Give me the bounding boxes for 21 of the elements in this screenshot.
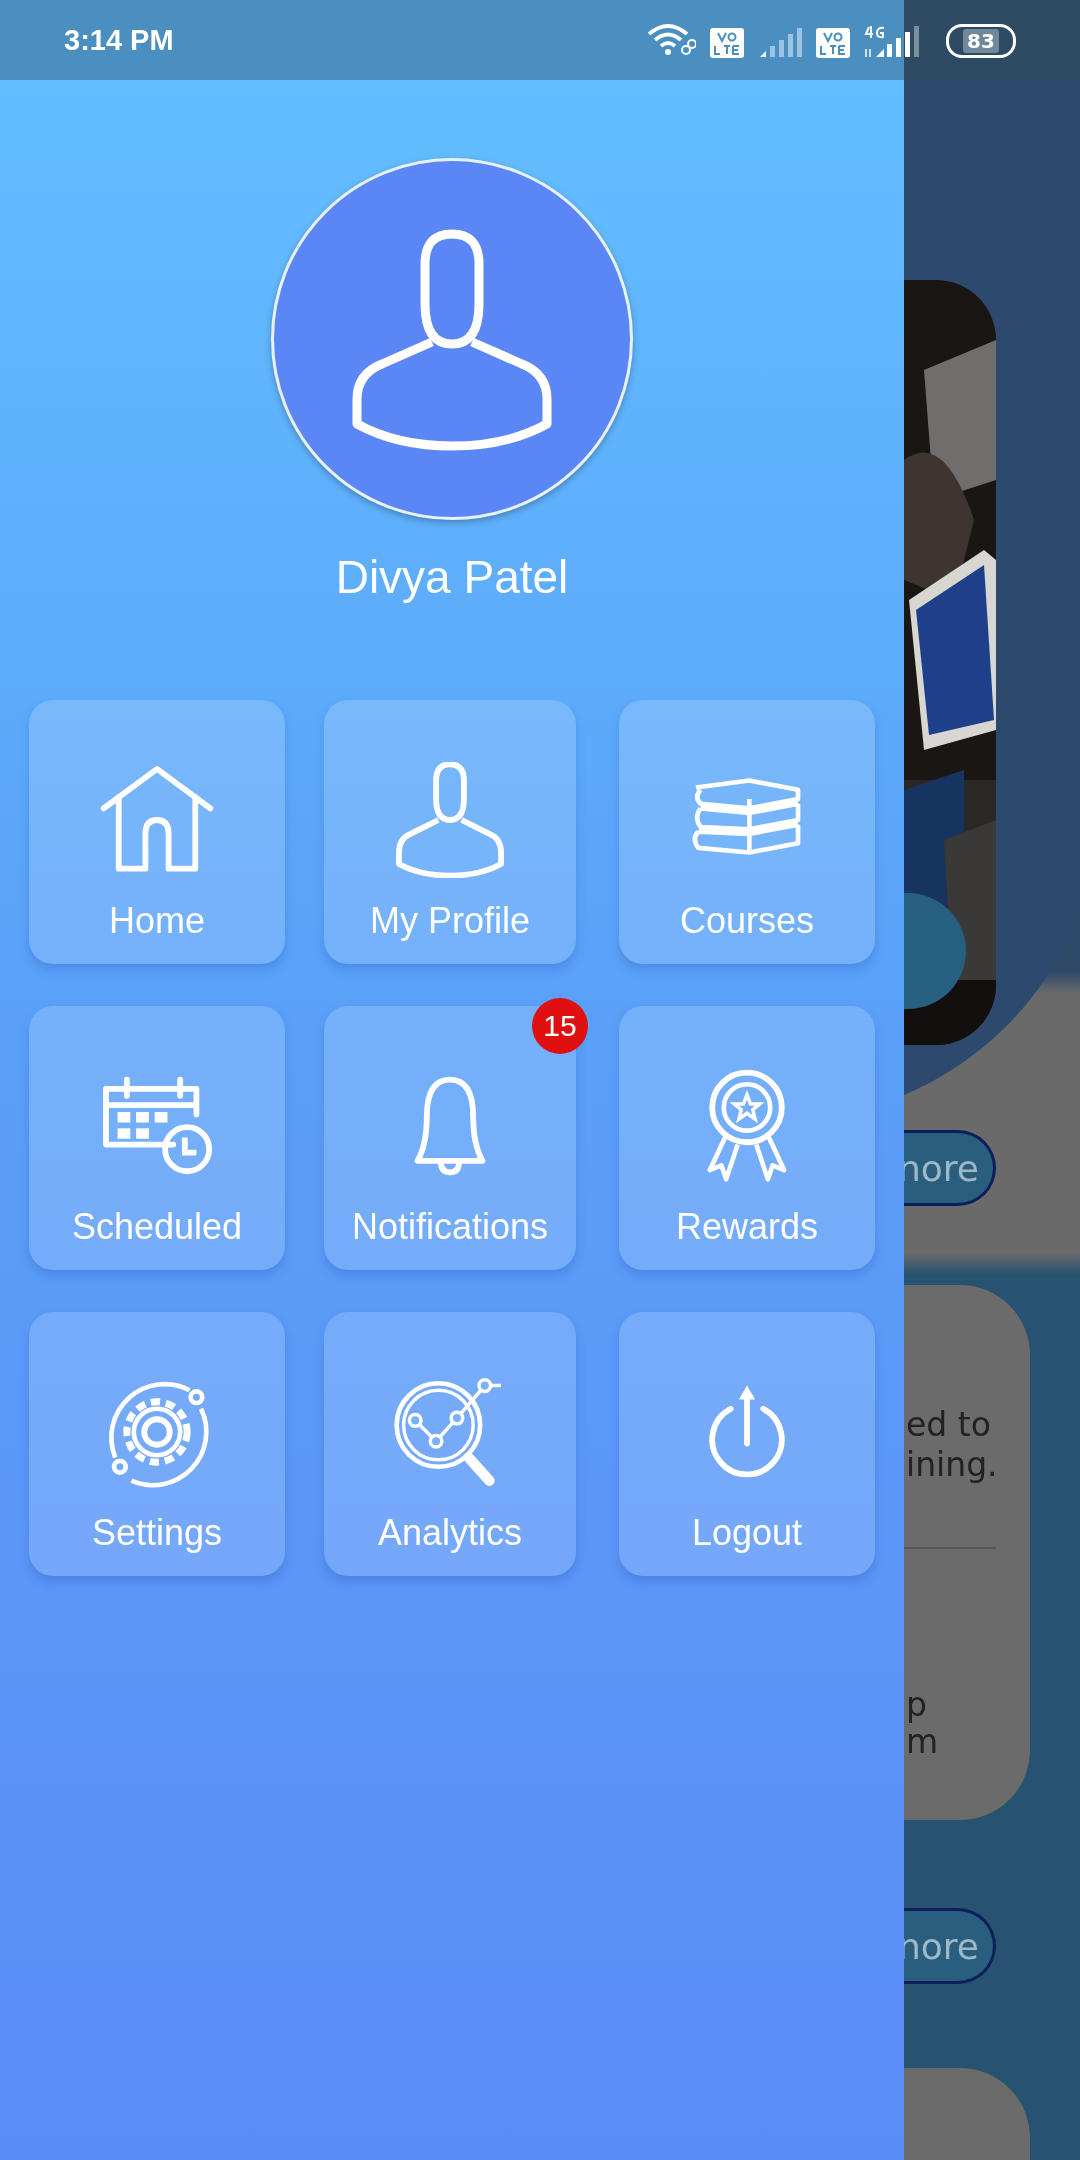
- menu-tile[interactable]: Home: [29, 700, 285, 964]
- signal-4g-icon: [864, 24, 922, 58]
- menu-tile[interactable]: Settings: [29, 1312, 285, 1576]
- status-time: 3:14 PM: [64, 23, 174, 57]
- card-text: p: [906, 1685, 927, 1724]
- menu-tile[interactable]: Scheduled: [29, 1006, 285, 1270]
- signal-icon: [758, 28, 802, 58]
- card-text: ining.: [906, 1445, 998, 1484]
- menu-tile[interactable]: Analytics: [324, 1312, 576, 1576]
- battery-icon: 83: [946, 24, 1016, 58]
- menu-tile[interactable]: Courses: [619, 700, 875, 964]
- notification-badge: 15: [532, 998, 588, 1054]
- volte-icon: [816, 28, 850, 58]
- card-text: ed to: [906, 1405, 991, 1444]
- menu-tile[interactable]: My Profile: [324, 700, 576, 964]
- user-name: Divya Patel: [335, 550, 569, 604]
- wifi-icon: [646, 22, 696, 58]
- menu-tile[interactable]: Logout: [619, 1312, 875, 1576]
- volte-icon: [710, 28, 744, 58]
- menu-tile[interactable]: Rewards: [619, 1006, 875, 1270]
- card-text: m: [906, 1722, 939, 1761]
